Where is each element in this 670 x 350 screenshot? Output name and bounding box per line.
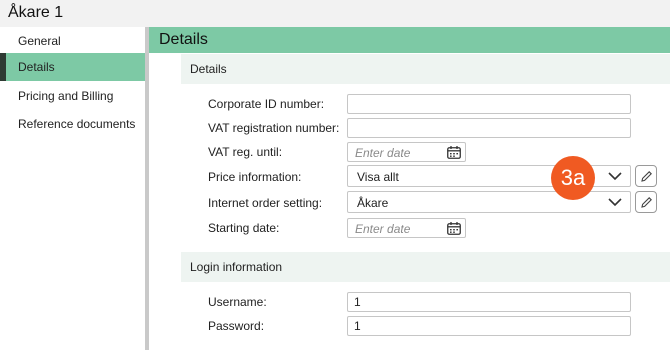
- sidebar-item-label: General: [18, 34, 61, 48]
- corporate-id-input[interactable]: [347, 94, 631, 114]
- pencil-icon: [641, 197, 652, 208]
- chevron-down-icon: [608, 172, 622, 181]
- corporate-id-label: Corporate ID number:: [208, 97, 325, 111]
- annotation-badge: 3a: [551, 156, 595, 200]
- date-placeholder: Enter date: [355, 222, 411, 236]
- sidebar-item-general[interactable]: General: [0, 27, 145, 55]
- pencil-icon: [641, 171, 652, 182]
- login-section-header: Login information: [181, 252, 670, 282]
- price-info-label: Price information:: [208, 170, 302, 184]
- vat-until-label: VAT reg. until:: [208, 145, 283, 159]
- main-header: Details: [149, 27, 670, 53]
- internet-order-label: Internet order setting:: [208, 196, 323, 210]
- window-title-bar: Åkare 1: [0, 0, 670, 27]
- sidebar-item-reference-documents[interactable]: Reference documents: [0, 110, 145, 138]
- select-value: Visa allt: [357, 170, 399, 184]
- date-placeholder: Enter date: [355, 146, 411, 160]
- price-info-edit-button[interactable]: [635, 165, 657, 187]
- sidebar-item-label: Details: [18, 60, 55, 74]
- password-label: Password:: [208, 319, 265, 333]
- vat-number-label: VAT registration number:: [208, 121, 340, 135]
- sidebar: General Details Pricing and Billing Refe…: [0, 27, 145, 350]
- section-title: Details: [190, 62, 227, 76]
- sidebar-item-details[interactable]: Details: [0, 53, 145, 81]
- chevron-down-icon: [608, 198, 622, 207]
- calendar-icon[interactable]: [447, 222, 461, 235]
- panel-divider[interactable]: [145, 27, 149, 350]
- sidebar-item-pricing-and-billing[interactable]: Pricing and Billing: [0, 82, 145, 110]
- password-input[interactable]: [347, 316, 631, 336]
- internet-order-edit-button[interactable]: [635, 191, 657, 213]
- page-title: Details: [159, 31, 208, 48]
- username-input[interactable]: [347, 292, 631, 312]
- sidebar-item-label: Pricing and Billing: [18, 89, 114, 103]
- vat-number-input[interactable]: [347, 118, 631, 138]
- calendar-icon[interactable]: [447, 146, 461, 159]
- internet-order-select[interactable]: Åkare: [347, 191, 631, 213]
- section-title: Login information: [190, 260, 283, 274]
- sidebar-item-label: Reference documents: [18, 117, 136, 131]
- details-section-header: Details: [181, 54, 670, 84]
- vat-until-date-input[interactable]: Enter date: [347, 142, 466, 162]
- starting-date-label: Starting date:: [208, 221, 280, 235]
- window-title: Åkare 1: [8, 4, 64, 21]
- select-value: Åkare: [357, 196, 389, 210]
- username-label: Username:: [208, 295, 267, 309]
- starting-date-input[interactable]: Enter date: [347, 218, 466, 238]
